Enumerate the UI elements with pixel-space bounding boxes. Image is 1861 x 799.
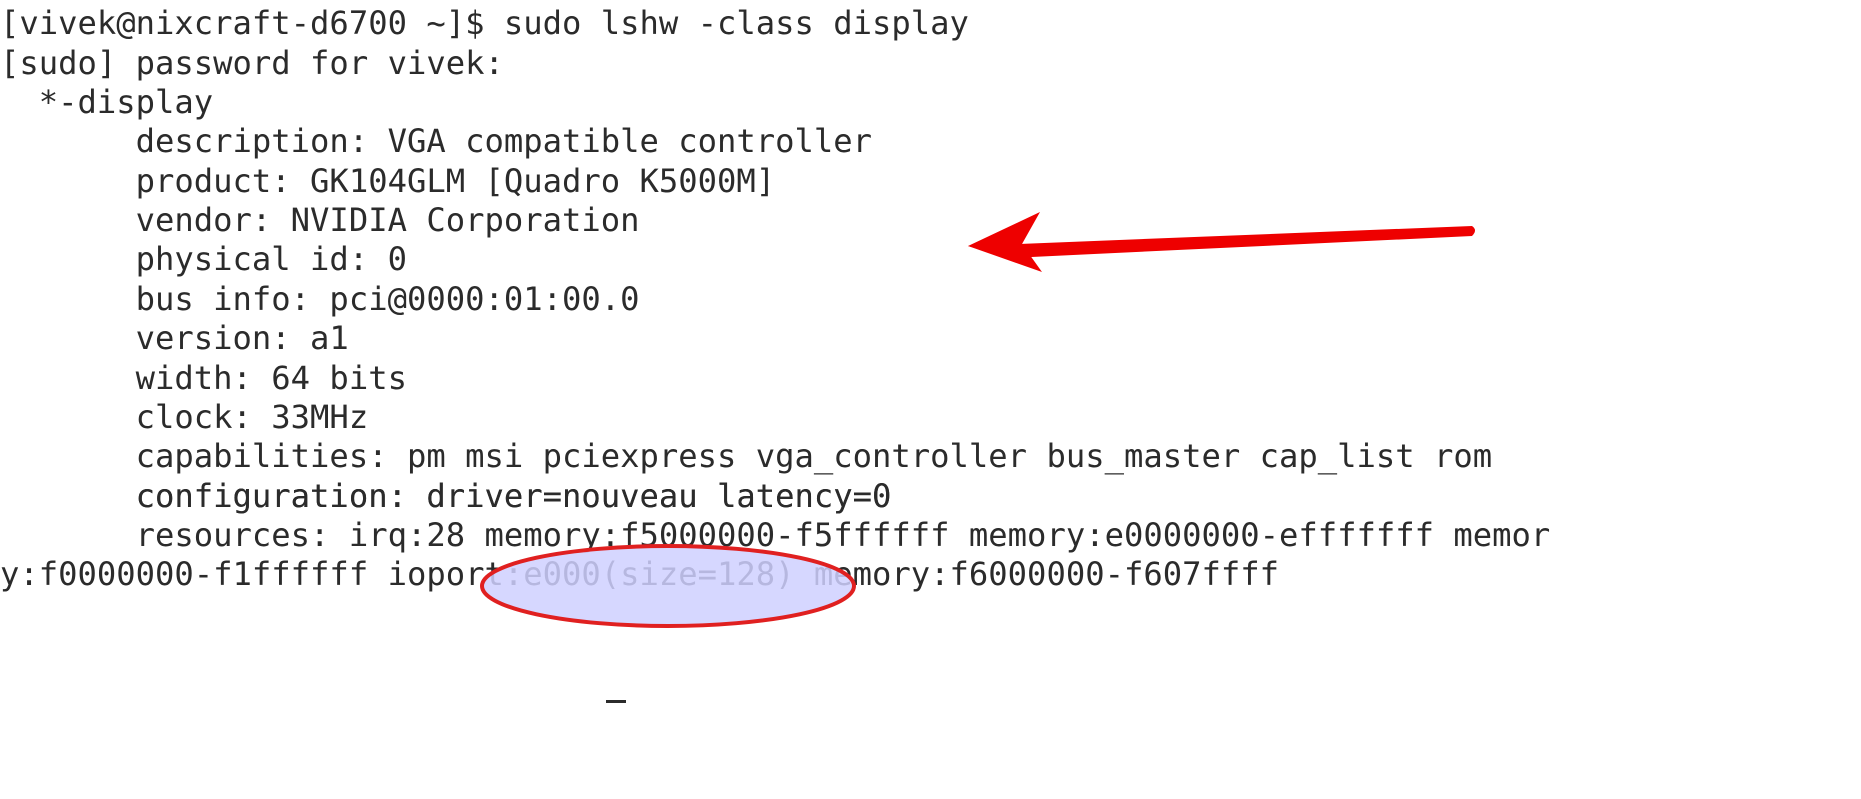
terminal-line-configuration-overlay: configuration: driver=nouveau latency=0 xyxy=(0,477,892,515)
terminal-window[interactable]: [vivek@nixcraft-d6700 ~]$ sudo lshw -cla… xyxy=(0,0,1861,704)
text-cursor xyxy=(606,700,626,703)
terminal-line-resources-wrap: y:f0000000-f1ffffff ioport:e000(size=128… xyxy=(0,555,1279,593)
